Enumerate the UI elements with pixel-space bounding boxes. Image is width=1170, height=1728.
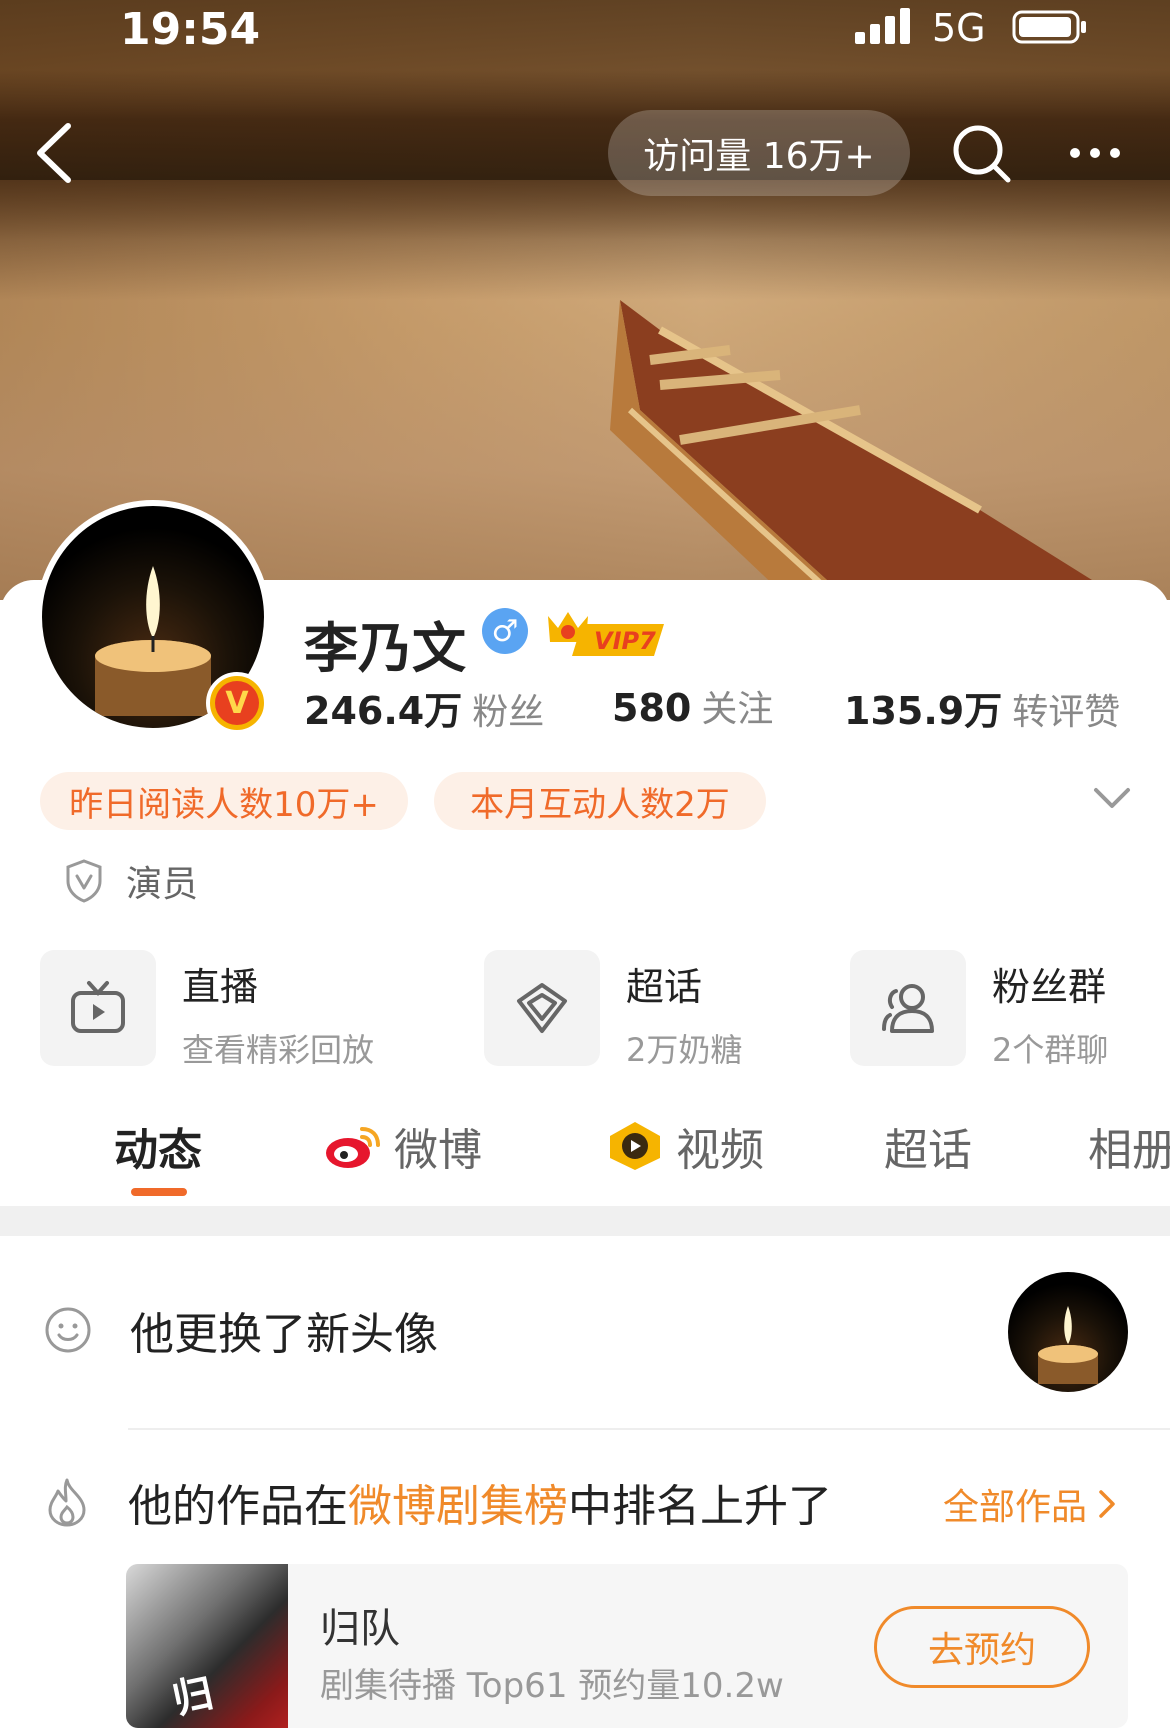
feature-live-subtitle: 查看精彩回放	[182, 1031, 375, 1069]
chevron-right-icon	[1099, 1490, 1115, 1518]
group-icon	[850, 950, 966, 1066]
tab-album[interactable]: 相册	[1088, 1114, 1170, 1178]
chip-monthly-text: 本月互动人数2万	[470, 784, 730, 825]
user-name: 李乃文	[304, 617, 466, 680]
work-title: 归队	[320, 1606, 400, 1652]
section-divider	[0, 1206, 1170, 1236]
back-arrow-icon[interactable]	[30, 118, 80, 188]
status-bar: 19:54 5G	[0, 0, 1170, 60]
tab-bar: 动态 微博 视频 超话 相册	[0, 1106, 1170, 1196]
battery-icon	[1012, 10, 1086, 44]
feature-live[interactable]: 直播 查看精彩回放	[40, 950, 374, 1069]
work-card[interactable]: 归 归队 剧集待播 Top61 预约量10.2w 去预约	[126, 1564, 1128, 1728]
work-subtitle: 剧集待播 Top61 预约量10.2w	[320, 1666, 784, 1706]
tab-feed-label: 动态	[114, 1125, 202, 1176]
tab-album-label: 相册	[1088, 1125, 1170, 1176]
stat-following[interactable]: 580 关注	[612, 680, 773, 732]
chip-monthly-interactions[interactable]: 本月互动人数2万	[434, 772, 766, 830]
vip-crown-badge[interactable]: VIP7	[542, 606, 672, 662]
feature-live-title: 直播	[182, 965, 259, 1009]
stat-following-label: 关注	[701, 689, 774, 730]
verified-badge: V	[206, 672, 268, 734]
feed-rank-text: 他的作品在微博剧集榜中排名上升了	[128, 1470, 832, 1534]
tab-supertopic[interactable]: 超话	[884, 1114, 972, 1178]
shield-icon	[66, 859, 102, 903]
cover-reflection	[0, 180, 1170, 300]
tab-video-label: 视频	[676, 1125, 764, 1176]
feed-new-avatar-thumb[interactable]	[1008, 1272, 1128, 1392]
stat-following-num: 580	[612, 686, 692, 730]
tab-active-indicator	[131, 1188, 187, 1196]
stat-interactions[interactable]: 135.9万 转评赞	[844, 680, 1120, 735]
verified-letter: V	[215, 681, 259, 725]
feed-rank-suffix: 中排名上升了	[568, 1481, 832, 1532]
visit-count-text: 访问量 16万+	[643, 136, 875, 177]
stats-row: 246.4万 粉丝 580 关注 135.9万 转评赞	[304, 680, 1144, 733]
all-works-label: 全部作品	[943, 1487, 1088, 1528]
visit-count-pill[interactable]: 访问量 16万+	[608, 110, 910, 196]
feed-rank-prefix: 他的作品在	[128, 1481, 348, 1532]
tv-icon	[40, 950, 156, 1066]
video-icon	[610, 1122, 660, 1170]
chevron-down-icon[interactable]	[1090, 782, 1134, 814]
feed-avatar-update[interactable]: 他更换了新头像	[0, 1300, 1170, 1360]
role-text: 演员	[126, 864, 199, 905]
flame-icon	[48, 1478, 86, 1527]
network-type: 5G	[932, 6, 986, 50]
canoe-illustration	[610, 300, 1124, 600]
status-time: 19:54	[120, 4, 261, 55]
feature-supertopic[interactable]: 超话 2万奶糖	[484, 950, 742, 1069]
all-works-link[interactable]: 全部作品	[943, 1478, 1117, 1530]
male-gender-icon: ♂	[482, 608, 528, 654]
feature-supertopic-subtitle: 2万奶糖	[626, 1031, 743, 1069]
feature-fan-group-subtitle: 2个群聊	[992, 1031, 1109, 1069]
feature-supertopic-title: 超话	[626, 965, 703, 1009]
feed-avatar-update-text: 他更换了新头像	[130, 1309, 438, 1360]
candle-icon	[1038, 1306, 1098, 1384]
vip-label: VIP7	[594, 627, 656, 655]
chip-yesterday-text: 昨日阅读人数10万+	[69, 784, 379, 825]
tab-feed[interactable]: 动态	[114, 1114, 202, 1178]
tab-weibo[interactable]: 微博	[322, 1114, 482, 1178]
feed-rank-highlight-link[interactable]: 微博剧集榜	[348, 1481, 568, 1532]
reserve-button[interactable]: 去预约	[874, 1606, 1090, 1688]
tab-video[interactable]: 视频	[606, 1114, 764, 1178]
stat-fans-num: 246.4万	[304, 689, 463, 733]
smiley-icon	[45, 1307, 91, 1353]
more-icon[interactable]	[1065, 130, 1125, 176]
weibo-icon	[326, 1127, 380, 1168]
signal-icon	[855, 8, 910, 44]
stat-interactions-label: 转评赞	[1012, 692, 1121, 733]
tab-supertopic-label: 超话	[884, 1125, 972, 1176]
search-icon[interactable]	[950, 122, 1014, 186]
work-poster: 归	[126, 1564, 288, 1728]
chip-yesterday-readers[interactable]: 昨日阅读人数10万+	[40, 772, 408, 830]
stat-fans-label: 粉丝	[472, 692, 545, 733]
feature-fan-group[interactable]: 粉丝群 2个群聊	[850, 950, 1108, 1069]
stat-interactions-num: 135.9万	[844, 689, 1003, 733]
stat-fans[interactable]: 246.4万 粉丝	[304, 680, 544, 735]
poster-glyph: 归	[168, 1669, 218, 1724]
tab-weibo-label: 微博	[394, 1125, 482, 1176]
diamond-icon	[484, 950, 600, 1066]
reserve-button-label: 去预约	[927, 1630, 1036, 1671]
role-tag: 演员	[64, 856, 198, 906]
feature-fan-group-title: 粉丝群	[992, 965, 1107, 1009]
feed-divider	[128, 1428, 1170, 1430]
